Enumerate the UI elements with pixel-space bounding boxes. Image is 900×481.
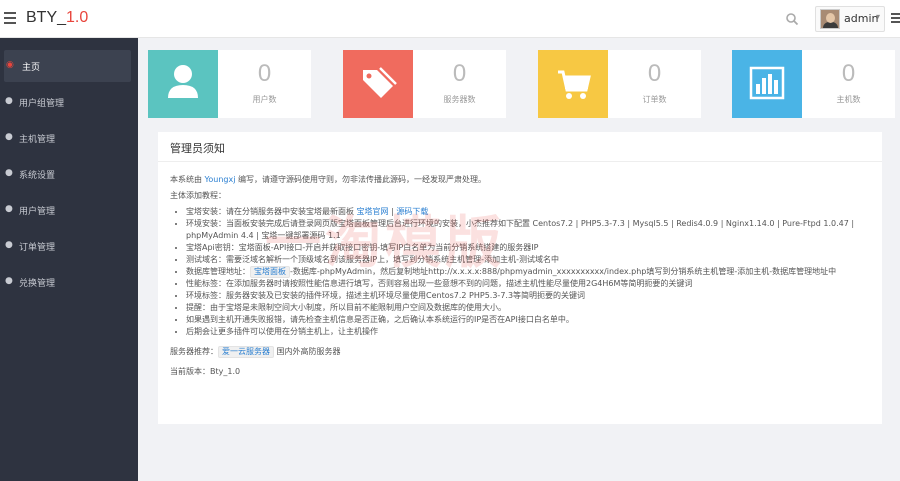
sidebar-item-orders[interactable]: ● 订单管理 bbox=[0, 230, 138, 262]
panel-body: 本系统由 Youngxj 编写，请遵守源码使用守则，勿非法传播此源码，一经发现严… bbox=[170, 174, 882, 378]
stat-card-orders: 0 订单数 bbox=[538, 50, 701, 118]
sidebar-item-settings[interactable]: ● 系统设置 bbox=[0, 158, 138, 190]
author-link[interactable]: Youngxj bbox=[205, 175, 236, 184]
sidebar: ◉ 主页 ● 用户组管理 ● 主机管理 ● 系统设置 ● 用户管理 ● 订单管理… bbox=[0, 38, 138, 481]
right-menu-icon[interactable] bbox=[891, 13, 900, 25]
list-item: 宝塔安装：请在分销服务器中安装宝塔最新面板 宝塔官网 | 源码下载 bbox=[186, 206, 882, 218]
sidebar-item-label: 用户组管理 bbox=[19, 99, 65, 109]
list-item: 如果遇到主机开通失败报错，请先检查主机信息是否正确，之后确认本系统运行的IP是否… bbox=[186, 314, 882, 326]
brand-version: 1.0 bbox=[66, 9, 89, 26]
notice-panel: 管理员须知 本系统由 Youngxj 编写，请遵守源码使用守则，勿非法传播此源码… bbox=[158, 132, 882, 424]
stat-card-hosts: 0 主机数 bbox=[732, 50, 895, 118]
stat-value: 0 bbox=[647, 60, 662, 87]
list-item: 环境安装：当面板安装完成后请登录网页版宝塔面板管理后台进行环境的安装，小杰推荐如… bbox=[186, 218, 882, 242]
recommend-server-link[interactable]: 爱一云服务器 bbox=[218, 346, 274, 358]
sidebar-item-label: 主页 bbox=[22, 63, 41, 73]
user-icon bbox=[148, 50, 218, 118]
sidebar-item-redeem[interactable]: ● 兑换管理 bbox=[0, 266, 138, 298]
list-item: 宝塔Api密钥：宝塔面板-API接口-开启并获取接口密钥-填写IP白名单为当前分… bbox=[186, 242, 882, 254]
stat-value: 0 bbox=[452, 60, 467, 87]
caret-down-icon: ▾ bbox=[876, 12, 881, 21]
app-brand[interactable]: BTY_1.0 bbox=[26, 9, 88, 27]
sidebar-item-label: 订单管理 bbox=[19, 243, 56, 253]
sidebar-item-home[interactable]: ◉ 主页 bbox=[4, 50, 131, 82]
stat-card-servers: 0 服务器数 bbox=[343, 50, 506, 118]
map-marker-icon: ● bbox=[5, 96, 13, 106]
list-item: 后期会让更多插件可以使用在分销主机上，让主机操作 bbox=[186, 326, 882, 338]
tag-icon bbox=[343, 50, 413, 118]
list-item: 数据库管理地址：宝塔面板-数据库-phpMyAdmin，然后复制地址http:/… bbox=[186, 266, 882, 278]
intro-text: 本系统由 Youngxj 编写，请遵守源码使用守则，勿非法传播此源码，一经发现严… bbox=[170, 175, 486, 184]
version-text: 当前版本：Bty_1.0 bbox=[170, 367, 241, 376]
list-item: 性能标签：在添加服务器时请按照性能信息进行填写，否则容易出现一些意想不到的问题，… bbox=[186, 278, 882, 290]
sidebar-item-label: 主机管理 bbox=[19, 135, 56, 145]
search-icon[interactable] bbox=[785, 12, 799, 26]
sidebar-item-hosts[interactable]: ● 主机管理 bbox=[0, 122, 138, 154]
sidebar-item-user-groups[interactable]: ● 用户组管理 bbox=[0, 86, 138, 118]
stat-card-users: 0 用户数 bbox=[148, 50, 311, 118]
list-item: 环境标签：服务器安装及已安装的插件环境，描述主机环境尽量使用Centos7.2 … bbox=[186, 290, 882, 302]
user-name: admin bbox=[844, 12, 879, 25]
stat-value: 0 bbox=[257, 60, 272, 87]
menu-toggle-icon[interactable] bbox=[4, 12, 16, 24]
sidebar-item-label: 用户管理 bbox=[19, 207, 56, 217]
map-marker-icon: ● bbox=[5, 132, 13, 142]
tutorial-list: 宝塔安装：请在分销服务器中安装宝塔最新面板 宝塔官网 | 源码下载 环境安装：当… bbox=[186, 206, 882, 338]
stat-label: 用户数 bbox=[252, 95, 277, 104]
server-recommend: 服务器推荐： 爱一云服务器 国内外高防服务器 bbox=[170, 346, 341, 358]
bar-chart-icon bbox=[732, 50, 802, 118]
dashboard-icon: ◉ bbox=[6, 60, 14, 70]
stat-value: 0 bbox=[841, 60, 856, 87]
list-item: 提醒：由于宝塔是未限制空间大小制度，所以目前不能限制用户空间及数据库的使用大小。 bbox=[186, 302, 882, 314]
panel-title: 管理员须知 bbox=[158, 132, 882, 162]
map-marker-icon: ● bbox=[5, 204, 13, 214]
stat-label: 主机数 bbox=[836, 95, 861, 104]
list-item: 测试域名：需要泛域名解析一个顶级域名到该服务器IP上，填写到分销系统主机管理-添… bbox=[186, 254, 882, 266]
sidebar-item-label: 兑换管理 bbox=[19, 279, 56, 289]
stat-label: 服务器数 bbox=[443, 95, 476, 104]
bt-official-link[interactable]: 宝塔官网 bbox=[357, 207, 389, 216]
source-download-link[interactable]: 源码下载 bbox=[396, 207, 428, 216]
stat-label: 订单数 bbox=[642, 95, 667, 104]
cart-icon bbox=[538, 50, 608, 118]
map-marker-icon: ● bbox=[5, 276, 13, 286]
map-marker-icon: ● bbox=[5, 168, 13, 178]
avatar bbox=[820, 9, 840, 29]
sidebar-item-users[interactable]: ● 用户管理 bbox=[0, 194, 138, 226]
tutorial-heading: 主体添加教程： bbox=[170, 191, 226, 200]
bt-panel-badge[interactable]: 宝塔面板 bbox=[250, 266, 290, 278]
brand-name: BTY_ bbox=[26, 9, 67, 26]
top-header: BTY_1.0 admin ▾ bbox=[0, 0, 900, 38]
user-menu-button[interactable]: admin ▾ bbox=[815, 6, 885, 32]
sidebar-item-label: 系统设置 bbox=[19, 171, 56, 181]
map-marker-icon: ● bbox=[5, 240, 13, 250]
